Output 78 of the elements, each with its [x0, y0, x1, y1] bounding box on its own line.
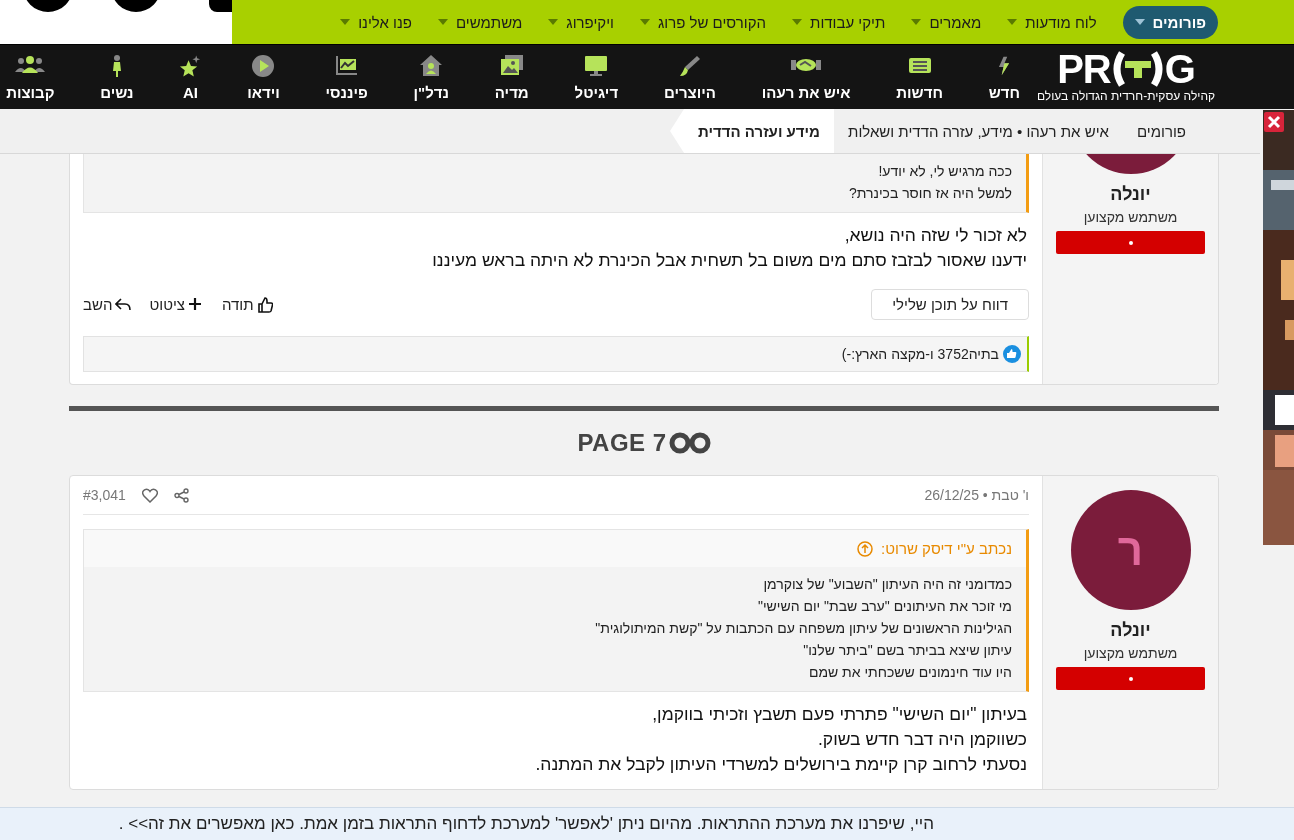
play-icon	[251, 53, 276, 78]
post-action[interactable]: ציטוט	[149, 296, 204, 313]
logo-text: G	[1164, 51, 1195, 87]
notice-text: היי, שיפרנו את מערכת ההתראות. מהיום ניתן 'לאפשר' למערכת לדחוף התראות בזמן אמת. כאן מאפשרים את זה>> .	[118, 814, 934, 834]
infinity-icon	[668, 432, 711, 454]
category-link[interactable]: וידאו	[247, 53, 280, 101]
breadcrumb-link[interactable]: איש את רעהו • מידע, עזרה הדדית ושאלות	[834, 109, 1123, 153]
nav-tab[interactable]: מאמרים	[911, 7, 982, 37]
category-link[interactable]: היוצרים	[663, 53, 716, 101]
nav-tab[interactable]: לוח מודעות	[1007, 7, 1097, 37]
caret-icon	[911, 19, 922, 25]
likes-text[interactable]: בתיה3752 ו-מקצה הארץ:-)	[841, 346, 999, 362]
caret-icon	[792, 19, 803, 25]
category-link[interactable]: חדש	[988, 53, 1020, 101]
quote-text: היו עוד חינמונים ששכחתי את שמם	[807, 663, 1012, 682]
reply-icon	[115, 296, 132, 313]
avatar: ר	[1070, 490, 1191, 610]
star-icon	[179, 53, 202, 78]
quote-text: כמדומני זה היה העיתון "השבוע" של צוקרמן	[762, 575, 1012, 594]
user-title: משתמש מקצוען	[1083, 645, 1178, 661]
house-icon	[419, 53, 444, 78]
category-link[interactable]: איש את רעהו	[761, 53, 851, 101]
username[interactable]: יונלה	[1110, 620, 1151, 641]
category-link[interactable]: נדל"ן	[413, 53, 449, 101]
quote-text: הגילינות הראשונים של עיתון משפחה עם הכתבות על "קשת המיתולוגית"	[594, 619, 1012, 638]
category-link[interactable]: מדיה	[494, 53, 529, 101]
nav-tab[interactable]: פורומים	[1122, 5, 1218, 39]
image-icon	[499, 53, 524, 78]
quote-text: ככה מרגיש לי, לא יודע!	[877, 162, 1012, 181]
report-button[interactable]: דווח על תוכן שלילי	[871, 289, 1029, 320]
caret-icon	[1007, 19, 1018, 25]
category-link[interactable]: חדשות	[896, 53, 943, 101]
category-link[interactable]: קבוצות	[6, 53, 55, 101]
post-text: בעיתון "יום השישי" פתרתי פעם תשבץ וזכיתי בווקמן,	[651, 703, 1027, 726]
post-text: ידענו שאסור לבזבז סתם מים משום בל תשחית אבל הכינרת לא היתה בראש מעיננו	[431, 249, 1027, 272]
post-text: לא זכור לי שזה היה נושא,	[843, 224, 1027, 247]
caret-icon	[1134, 19, 1145, 25]
share-icon[interactable]	[173, 487, 189, 503]
nav-tab[interactable]: הקורסים של פרוג	[639, 7, 767, 37]
post-action[interactable]: תודה	[222, 296, 273, 313]
username[interactable]: יונלה	[1110, 184, 1151, 205]
notice-link[interactable]: כאן מאפשרים את זה>>	[128, 814, 295, 833]
monitor-icon	[584, 53, 609, 78]
quote-text: מי זוכר את העיתונים "ערב שבת" יום השישי"	[756, 597, 1012, 616]
plus-icon	[188, 296, 204, 313]
heart-icon[interactable]	[141, 487, 158, 503]
category-link[interactable]: נשים	[100, 53, 134, 101]
thumbs-up-icon	[256, 296, 273, 313]
category-link[interactable]: פיננסי	[325, 53, 368, 101]
figure-icon	[111, 53, 122, 78]
post-text: נסעתי לרחוב קרן קיימת בירושלים למשרדי העיתון לקבל את המתנה.	[534, 753, 1027, 776]
logo-mark-icon	[1111, 51, 1164, 87]
caret-icon	[548, 19, 559, 25]
nav-tab[interactable]: תיקי עבודות	[792, 7, 886, 37]
nav-tab[interactable]: פנו אלינו	[340, 7, 412, 37]
logo-tagline: קהילה עסקית-חרדית הגדולה בעולם	[1036, 89, 1216, 103]
chart-icon	[334, 53, 359, 78]
post-number[interactable]: #3,041	[83, 487, 126, 503]
brush-icon	[678, 53, 701, 78]
page-label: PAGE 7	[577, 429, 667, 457]
caret-icon	[437, 19, 448, 25]
like-badge-icon	[1003, 345, 1021, 363]
user-title: משתמש מקצוען	[1083, 209, 1178, 225]
logo-text: PR	[1057, 51, 1111, 87]
post-action[interactable]: השב	[83, 296, 132, 313]
breadcrumb-link[interactable]: מידע ועזרה הדדית	[670, 109, 834, 153]
caret-icon	[340, 19, 351, 25]
quote-text: למשל היה אז חוסר בכינרת?	[847, 184, 1012, 203]
category-link[interactable]: AI	[179, 53, 202, 101]
nav-tab[interactable]: משתמשים	[437, 7, 523, 37]
post-date[interactable]: ו' טבת • 26/12/25	[924, 487, 1029, 503]
post-text: כשווקמן היה דבר חדש בשוק.	[816, 728, 1027, 751]
quote-text: עיתון שיצא בביתר בשם "ביתר שלנו"	[802, 641, 1012, 660]
breadcrumb-link[interactable]: פורומים	[1122, 109, 1200, 153]
nav-tab[interactable]: ויקיפרוג	[548, 7, 614, 37]
close-icon[interactable]	[1264, 112, 1284, 132]
category-link[interactable]: דיגיטל	[574, 53, 619, 101]
caret-icon	[639, 19, 650, 25]
